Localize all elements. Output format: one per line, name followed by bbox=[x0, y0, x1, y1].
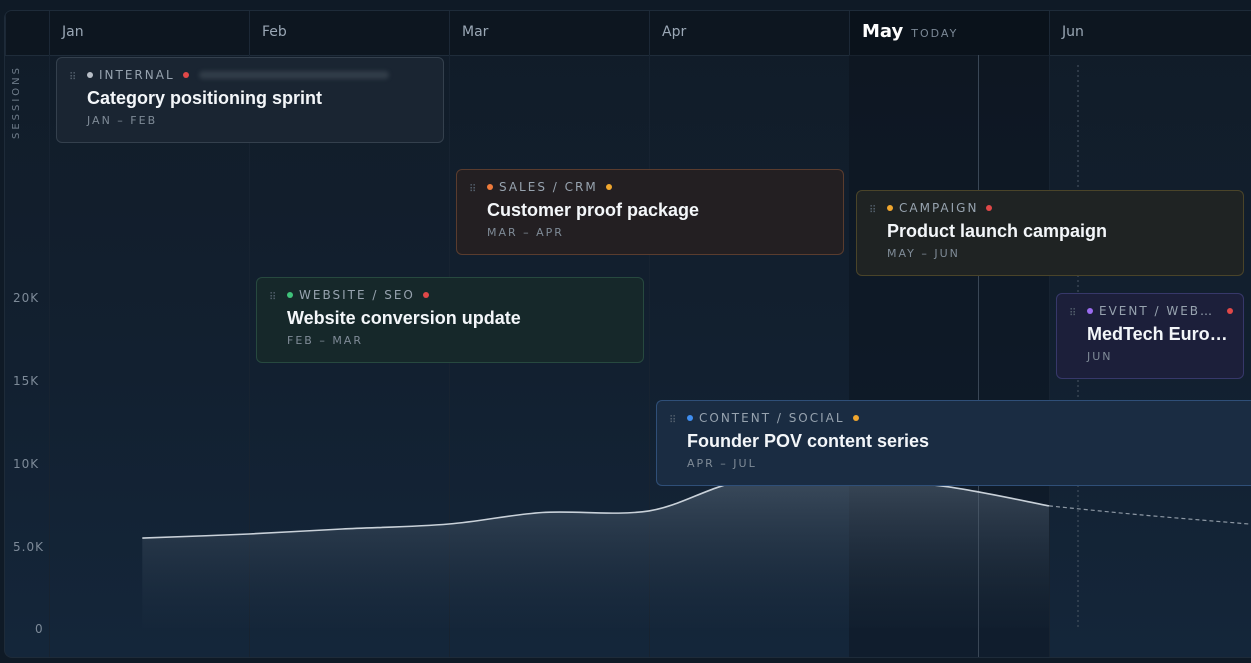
card-range: APR – JUL bbox=[687, 457, 757, 470]
card-range: FEB – MAR bbox=[287, 334, 363, 347]
card-campaign[interactable]: ⠿ CAMPAIGN Product launch campaign MAY –… bbox=[856, 190, 1244, 276]
priority-dot bbox=[182, 72, 189, 78]
drag-handle-icon[interactable]: ⠿ bbox=[669, 415, 676, 426]
priority-dot bbox=[605, 184, 612, 190]
card-website-seo[interactable]: ⠿ WEBSITE / SEO Website conversion updat… bbox=[256, 277, 644, 363]
drag-handle-icon[interactable]: ⠿ bbox=[469, 184, 476, 195]
roadmap-board: Jan Feb Mar Apr May TODAY Jun SESSIONS 20… bbox=[4, 10, 1251, 658]
card-tag-row: CONTENT / SOCIAL bbox=[687, 411, 1242, 425]
priority-dot bbox=[1227, 308, 1233, 314]
card-content-social[interactable]: ⠿ CONTENT / SOCIAL Founder POV content s… bbox=[656, 400, 1251, 486]
card-title: Website conversion update bbox=[287, 308, 521, 328]
card-tag-row: WEBSITE / SEO bbox=[287, 288, 629, 302]
sessions-area bbox=[142, 478, 1050, 628]
category-dot bbox=[287, 292, 293, 298]
card-tag: EVENT / WEB… bbox=[1099, 304, 1215, 318]
card-title: Product launch campaign bbox=[887, 221, 1108, 241]
category-dot bbox=[887, 205, 893, 211]
card-title: Founder POV content series bbox=[687, 431, 930, 451]
category-dot bbox=[1087, 308, 1093, 314]
drag-handle-icon[interactable]: ⠿ bbox=[269, 292, 276, 303]
card-range: MAY – JUN bbox=[887, 247, 960, 260]
card-tag: WEBSITE / SEO bbox=[299, 288, 415, 302]
card-title: MedTech Euro… bbox=[1087, 324, 1228, 344]
card-range: MAR – APR bbox=[487, 226, 564, 239]
card-tag-row: EVENT / WEB… bbox=[1087, 304, 1233, 318]
card-internal[interactable]: ⠿ INTERNAL Category positioning sprint J… bbox=[56, 57, 444, 143]
card-title: Category positioning sprint bbox=[87, 88, 323, 108]
card-tag: CONTENT / SOCIAL bbox=[699, 411, 845, 425]
sessions-forecast-line bbox=[1048, 505, 1250, 525]
category-dot bbox=[687, 415, 693, 421]
card-event-web[interactable]: ⠿ EVENT / WEB… MedTech Euro… JUN bbox=[1056, 293, 1244, 379]
priority-dot bbox=[852, 415, 859, 421]
card-sales-crm[interactable]: ⠿ SALES / CRM Customer proof package MAR… bbox=[456, 169, 844, 255]
category-dot bbox=[487, 184, 493, 190]
blurred-metadata bbox=[198, 71, 389, 79]
drag-handle-icon[interactable]: ⠿ bbox=[1069, 308, 1076, 319]
card-tag: CAMPAIGN bbox=[899, 201, 979, 215]
card-range: JAN – FEB bbox=[87, 114, 158, 127]
card-range: JUN bbox=[1087, 350, 1113, 363]
card-tag-row: SALES / CRM bbox=[487, 180, 829, 194]
card-tag: INTERNAL bbox=[99, 68, 175, 82]
priority-dot bbox=[422, 292, 429, 298]
category-dot bbox=[87, 72, 93, 78]
drag-handle-icon[interactable]: ⠿ bbox=[69, 72, 76, 83]
card-tag: SALES / CRM bbox=[499, 180, 598, 194]
drag-handle-icon[interactable]: ⠿ bbox=[869, 205, 876, 216]
card-tag-row: INTERNAL bbox=[87, 68, 429, 82]
priority-dot bbox=[986, 205, 993, 211]
card-title: Customer proof package bbox=[487, 200, 700, 220]
card-tag-row: CAMPAIGN bbox=[887, 201, 1229, 215]
